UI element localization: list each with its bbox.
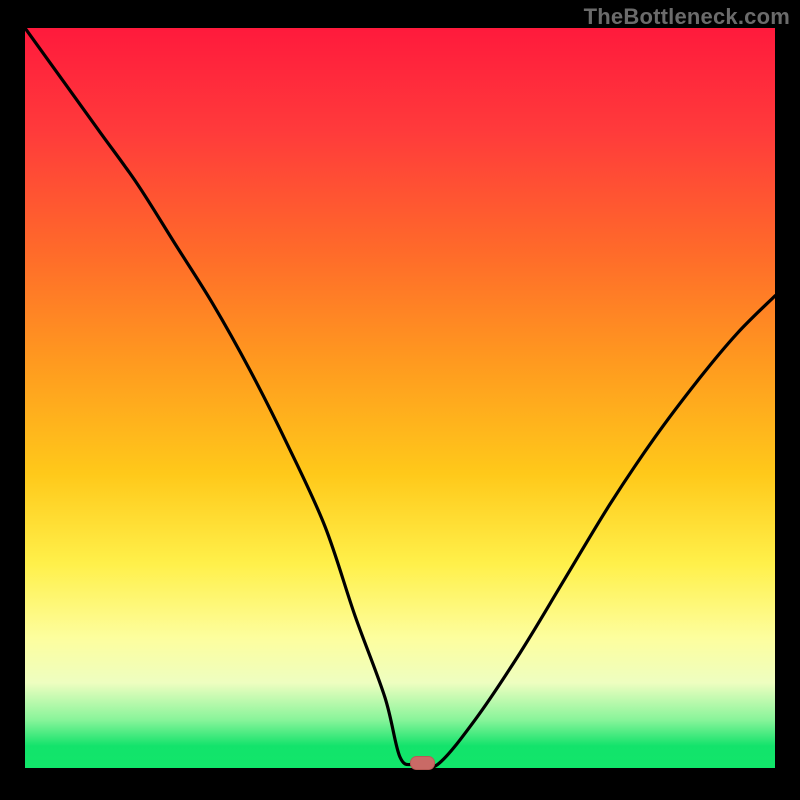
bottleneck-curve	[25, 28, 775, 768]
chart-frame: TheBottleneck.com	[0, 0, 800, 800]
plot-area	[25, 28, 775, 772]
watermark-text: TheBottleneck.com	[584, 4, 790, 30]
minimum-marker	[411, 757, 435, 770]
bottleneck-curve-svg	[25, 28, 775, 772]
